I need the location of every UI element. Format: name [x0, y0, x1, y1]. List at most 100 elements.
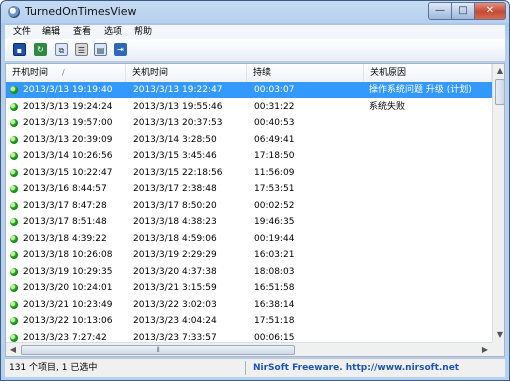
turned-off-time: 2013/3/17 8:50:20 [133, 200, 217, 211]
table-row[interactable]: 2013/3/15 10:22:47 2013/3/15 22:18:56 11:5… [6, 165, 492, 181]
status-divider [245, 361, 246, 375]
table-row[interactable]: 2013/3/13 19:24:24 2013/3/13 19:55:46 00:3… [6, 99, 492, 115]
turned-on-time: 2013/3/13 20:39:09 [23, 134, 113, 145]
turned-on-time: 2013/3/16 8:44:57 [23, 184, 107, 194]
menu-file[interactable]: 文件 [11, 25, 33, 39]
menu-edit[interactable]: 编辑 [40, 25, 62, 39]
table-row[interactable]: 2013/3/16 8:44:57 2013/3/17 2:38:48 17:53:… [6, 181, 492, 197]
horizontal-scrollbar[interactable]: ◀ ⦀ ▶ [6, 342, 492, 356]
vertical-scrollbar[interactable]: ▲ ▼ [492, 64, 504, 356]
window-controls: — □ ✕ [428, 2, 506, 20]
app-icon [8, 6, 20, 18]
item-count-status: 131 个项目, 1 已选中 [9, 363, 98, 373]
turned-on-time: 2013/3/18 4:39:22 [23, 233, 107, 244]
table-row[interactable]: 2013/3/17 8:51:48 2013/3/18 4:38:23 19:46:… [6, 214, 492, 230]
duration: 16:51:58 [254, 283, 295, 293]
properties-icon[interactable]: ☰ [75, 43, 88, 56]
copy-icon[interactable]: ⧉ [55, 43, 68, 56]
table-row[interactable]: 2013/3/19 10:29:35 2013/3/20 4:37:38 18:08… [6, 264, 492, 280]
turned-on-time: 2013/3/13 19:19:40 [23, 85, 113, 95]
duration: 17:51:18 [254, 316, 295, 326]
column-header-row: 开机时间 / 关机时间 持续 关机原因 [6, 64, 492, 83]
turned-on-time: 2013/3/14 10:26:56 [23, 151, 113, 161]
column-header-turned-off[interactable]: 关机时间 [126, 64, 247, 82]
sort-indicator: / [62, 68, 65, 77]
status-dot-icon [10, 102, 18, 111]
duration: 18:08:03 [254, 266, 295, 277]
table-row[interactable]: 2013/3/13 19:57:00 2013/3/13 20:37:53 00:4… [6, 115, 492, 131]
column-header-shutdown-reason[interactable]: 关机原因 [364, 64, 492, 82]
window-title: TurnedOnTimesView [25, 5, 137, 18]
turned-off-time: 2013/3/18 4:59:06 [133, 233, 217, 244]
close-button[interactable]: ✕ [474, 2, 506, 20]
status-dot-icon [10, 218, 18, 226]
exit-icon[interactable]: ⇥ [114, 43, 127, 56]
table-row[interactable]: 2013/3/13 20:39:09 2013/3/14 3:28:50 06:49… [6, 132, 492, 148]
duration: 00:02:52 [254, 200, 295, 211]
refresh-icon[interactable]: ↻ [34, 43, 47, 56]
vertical-scroll-thumb[interactable] [495, 79, 504, 105]
table-row[interactable]: 2013/3/13 19:19:40 2013/3/13 19:22:47 00:0… [6, 82, 492, 98]
turned-on-time: 2013/3/18 10:26:08 [23, 250, 113, 260]
status-dot-icon [10, 135, 18, 144]
report-icon[interactable]: ▤ [94, 43, 107, 56]
table-row[interactable]: 2013/3/18 4:39:22 2013/3/18 4:59:06 00:19:… [6, 231, 492, 247]
scroll-down-button[interactable]: ▼ [493, 328, 504, 342]
boot-times-list[interactable]: 开机时间 / 关机时间 持续 关机原因 2013/3/13 19:19:40 201… [5, 63, 505, 357]
turned-on-time: 2013/3/13 19:57:00 [23, 118, 113, 128]
table-row[interactable]: 2013/3/20 10:24:01 2013/3/21 3:15:59 16:51… [6, 280, 492, 296]
turned-off-time: 2013/3/21 3:15:59 [133, 283, 217, 293]
turned-on-time: 2013/3/20 10:24:01 [23, 283, 113, 293]
app-window: TurnedOnTimesView — □ ✕ 文件 编辑 查看 选项 帮助 ▪… [0, 0, 510, 381]
table-row[interactable]: 2013/3/21 10:23:49 2013/3/22 3:02:03 16:38… [6, 297, 492, 313]
turned-on-time: 2013/3/22 10:13:06 [23, 316, 113, 326]
column-header-label: 开机时间 [12, 68, 49, 78]
status-dot-icon [10, 333, 18, 342]
turned-off-time: 2013/3/13 19:55:46 [133, 101, 223, 112]
turned-on-time: 2013/3/17 8:51:48 [23, 217, 107, 227]
column-header-turned-on[interactable]: 开机时间 / [6, 64, 126, 82]
grip-icon: ⦀ [156, 346, 160, 354]
column-header-duration[interactable]: 持续 [247, 64, 364, 82]
shutdown-reason: 系统失败 [369, 101, 406, 112]
nirsoft-link[interactable]: NirSoft Freeware. http://www.nirsoft.net [253, 362, 493, 374]
duration: 00:31:22 [254, 101, 295, 112]
menu-view[interactable]: 查看 [71, 25, 93, 39]
turned-on-time: 2013/3/19 10:29:35 [23, 266, 113, 277]
menu-bar: 文件 编辑 查看 选项 帮助 [5, 25, 505, 39]
duration: 00:03:07 [254, 85, 295, 95]
status-dot-icon [10, 119, 18, 127]
duration: 17:53:51 [254, 184, 295, 194]
scroll-up-button[interactable]: ▲ [493, 64, 504, 78]
status-dot-icon [10, 317, 18, 325]
status-dot-icon [10, 300, 18, 309]
scroll-left-button[interactable]: ◀ [6, 343, 20, 356]
menu-help[interactable]: 帮助 [132, 25, 154, 39]
table-row[interactable]: 2013/3/18 10:26:08 2013/3/19 2:29:29 16:03… [6, 247, 492, 263]
minimize-button[interactable]: — [428, 2, 452, 20]
turned-off-time: 2013/3/15 22:18:56 [133, 167, 223, 178]
save-icon[interactable]: ▪ [13, 43, 26, 56]
duration: 06:49:41 [254, 134, 295, 145]
turned-off-time: 2013/3/20 4:37:38 [133, 266, 217, 277]
turned-off-time: 2013/3/14 3:28:50 [133, 134, 217, 145]
table-row[interactable]: 2013/3/22 10:13:06 2013/3/23 4:04:24 17:51… [6, 313, 492, 329]
status-dot-icon [10, 267, 18, 276]
menu-options[interactable]: 选项 [102, 25, 124, 39]
status-dot-icon [10, 234, 18, 243]
scroll-right-button[interactable]: ▶ [478, 343, 492, 356]
turned-off-time: 2013/3/23 4:04:24 [133, 316, 217, 326]
turned-off-time: 2013/3/18 4:38:23 [133, 217, 217, 227]
table-row[interactable]: 2013/3/17 8:47:28 2013/3/17 8:50:20 00:02:… [6, 198, 492, 214]
turned-on-time: 2013/3/21 10:23:49 [23, 299, 113, 310]
status-dot-icon [10, 284, 18, 292]
status-dot-icon [10, 168, 18, 177]
duration: 19:46:35 [254, 217, 295, 227]
shutdown-reason: 操作系统问题 升级 (计划) [369, 85, 472, 95]
turned-off-time: 2013/3/13 19:22:47 [133, 85, 223, 95]
title-bar[interactable]: TurnedOnTimesView — □ ✕ [1, 1, 509, 23]
table-row[interactable]: 2013/3/14 10:26:56 2013/3/15 3:45:46 17:18… [6, 148, 492, 164]
maximize-button[interactable]: □ [451, 2, 475, 20]
table-rows: 2013/3/13 19:19:40 2013/3/13 19:22:47 00:0… [6, 82, 492, 346]
horizontal-scroll-thumb[interactable]: ⦀ [21, 345, 295, 355]
